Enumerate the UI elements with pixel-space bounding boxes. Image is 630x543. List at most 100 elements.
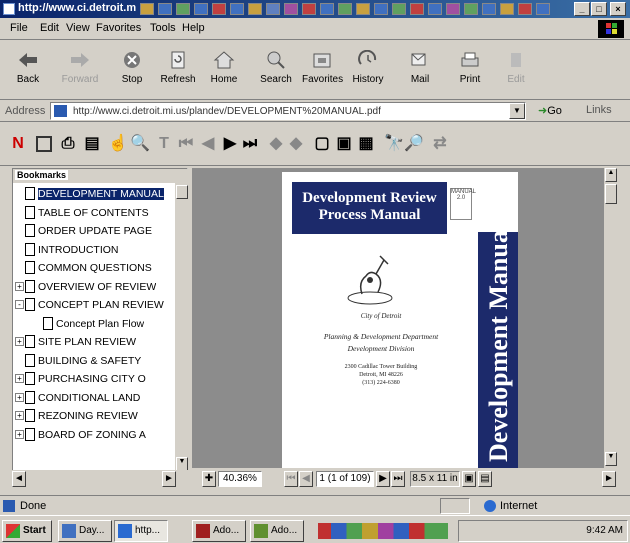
- bookmark-item[interactable]: + BOARD OF ZONING A: [13, 426, 183, 444]
- next-page-button[interactable]: ▶: [376, 471, 390, 487]
- fit-width-icon[interactable]: ▦: [356, 134, 376, 154]
- last-page-icon[interactable]: ⏭: [240, 134, 260, 154]
- expand-icon[interactable]: +: [15, 374, 24, 383]
- next-page-icon[interactable]: ▶: [220, 134, 240, 154]
- zoom-tool-icon[interactable]: 🔍: [130, 134, 150, 154]
- fit-page-icon[interactable]: ▣: [334, 134, 354, 154]
- quicklaunch-icon[interactable]: [266, 3, 280, 15]
- edit-button[interactable]: Edit: [496, 44, 536, 96]
- acrobat-logo-icon[interactable]: N: [8, 134, 28, 154]
- bookmark-item[interactable]: COMMON QUESTIONS: [13, 259, 183, 277]
- actual-size-icon[interactable]: ▢: [312, 134, 332, 154]
- scroll-down-button[interactable]: ▼: [605, 452, 617, 466]
- quicklaunch-icon[interactable]: [230, 3, 244, 15]
- scroll-thumb[interactable]: [605, 184, 617, 204]
- bookmark-item[interactable]: BUILDING & SAFETY: [13, 352, 183, 370]
- collapse-icon[interactable]: -: [15, 300, 24, 309]
- quicklaunch-icon[interactable]: [428, 3, 442, 15]
- taskbar-button[interactable]: Day...: [58, 520, 112, 542]
- zoom-menu-button[interactable]: ✚: [202, 471, 216, 487]
- page-number[interactable]: 1 (1 of 109): [316, 471, 374, 487]
- zoom-level[interactable]: 40.36%: [218, 471, 262, 487]
- bookmark-item[interactable]: + REZONING REVIEW: [13, 407, 183, 425]
- scroll-thumb[interactable]: [176, 185, 188, 199]
- last-page-button[interactable]: ⏭: [391, 471, 405, 487]
- expand-icon[interactable]: +: [15, 281, 24, 291]
- save-icon[interactable]: [36, 136, 52, 152]
- bookmark-item[interactable]: + OVERVIEW OF REVIEW: [13, 278, 183, 296]
- quicklaunch-icon[interactable]: [284, 3, 298, 15]
- menu-edit[interactable]: Edit: [40, 22, 59, 34]
- continuous-layout-button[interactable]: ▤: [478, 471, 492, 487]
- quicklaunch-icon[interactable]: [374, 3, 388, 15]
- minimize-button[interactable]: _: [574, 2, 590, 16]
- show-hide-navigation-icon[interactable]: ▤: [82, 134, 102, 154]
- quicklaunch-icon[interactable]: [482, 3, 496, 15]
- quicklaunch-icon[interactable]: [302, 3, 316, 15]
- quicklaunch-icon[interactable]: [392, 3, 406, 15]
- menu-view[interactable]: View: [66, 22, 90, 34]
- bookmark-item[interactable]: INTRODUCTION: [13, 241, 183, 259]
- expand-icon[interactable]: +: [15, 337, 24, 346]
- bookmark-item[interactable]: + CONDITIONAL LAND: [13, 389, 183, 407]
- search-icon[interactable]: 🔎: [404, 134, 424, 154]
- quicklaunch-icon[interactable]: [536, 3, 550, 15]
- bookmark-item[interactable]: - CONCEPT PLAN REVIEW: [13, 296, 183, 314]
- tray-icons[interactable]: [318, 523, 448, 539]
- quicklaunch-icon[interactable]: [158, 3, 172, 15]
- quicklaunch-icon[interactable]: [140, 3, 154, 15]
- bookmark-item[interactable]: TABLE OF CONTENTS: [13, 204, 183, 222]
- menu-help[interactable]: Help: [182, 22, 205, 34]
- hscroll-right-button[interactable]: ►: [602, 471, 616, 487]
- expand-icon[interactable]: +: [15, 429, 24, 439]
- print-icon[interactable]: ⎙: [58, 134, 78, 154]
- taskbar-button[interactable]: Ado...: [192, 520, 246, 542]
- quicklaunch-icon[interactable]: [338, 3, 352, 15]
- search-button[interactable]: Search: [256, 44, 296, 96]
- scroll-up-button[interactable]: ▲: [605, 168, 617, 182]
- taskbar-button-active[interactable]: http...: [114, 520, 168, 542]
- menu-file[interactable]: File: [10, 22, 28, 34]
- scroll-right-button[interactable]: ►: [162, 471, 176, 487]
- stop-button[interactable]: Stop: [112, 44, 152, 96]
- find-icon[interactable]: 🔭: [384, 134, 404, 154]
- title-bar[interactable]: http://www.ci.detroit.mi.us _ □ ×: [0, 0, 630, 18]
- prev-page-button[interactable]: ◀: [299, 471, 313, 487]
- start-button[interactable]: Start: [2, 520, 52, 542]
- taskbar-button[interactable]: Ado...: [250, 520, 304, 542]
- print-button[interactable]: Print: [450, 44, 490, 96]
- hand-tool-icon[interactable]: ☝: [108, 134, 128, 154]
- address-input[interactable]: http://www.ci.detroit.mi.us/plandev/DEVE…: [50, 102, 526, 120]
- menu-tools[interactable]: Tools: [150, 22, 176, 34]
- quicklaunch-icon[interactable]: [500, 3, 514, 15]
- page-layout-button[interactable]: ▣: [462, 471, 476, 487]
- bookmark-item[interactable]: + PURCHASING CITY O: [13, 370, 183, 388]
- refresh-button[interactable]: Refresh: [158, 44, 198, 96]
- quicklaunch-icon[interactable]: [194, 3, 208, 15]
- quicklaunch-icon[interactable]: [518, 3, 532, 15]
- address-dropdown-button[interactable]: ▼: [509, 103, 525, 119]
- quicklaunch-icon[interactable]: [176, 3, 190, 15]
- bookmarks-tab[interactable]: Bookmarks: [15, 170, 69, 180]
- quicklaunch-icon[interactable]: [356, 3, 370, 15]
- mail-button[interactable]: Mail: [400, 44, 440, 96]
- go-forward-icon[interactable]: ◆: [286, 134, 306, 154]
- quicklaunch-icon[interactable]: [446, 3, 460, 15]
- first-page-icon[interactable]: ⏮: [176, 134, 196, 154]
- bookmark-item[interactable]: + SITE PLAN REVIEW: [13, 333, 183, 351]
- menu-favorites[interactable]: Favorites: [96, 22, 141, 34]
- quicklaunch-icon[interactable]: [212, 3, 226, 15]
- web-links-icon[interactable]: ⇄: [430, 134, 450, 154]
- bookmarks-scrollbar[interactable]: ▼: [175, 183, 189, 473]
- scroll-left-button[interactable]: ◄: [12, 471, 26, 487]
- prev-page-icon[interactable]: ◀: [198, 134, 218, 154]
- bookmark-item[interactable]: Concept Plan Flow: [13, 315, 183, 333]
- home-button[interactable]: Home: [204, 44, 244, 96]
- maximize-button[interactable]: □: [591, 2, 607, 16]
- back-button[interactable]: Back: [8, 44, 48, 96]
- clock[interactable]: 9:42 AM: [586, 525, 623, 536]
- text-select-icon[interactable]: T: [154, 134, 174, 154]
- quicklaunch-icon[interactable]: [320, 3, 334, 15]
- expand-icon[interactable]: +: [15, 392, 24, 402]
- forward-button[interactable]: Forward: [60, 44, 100, 96]
